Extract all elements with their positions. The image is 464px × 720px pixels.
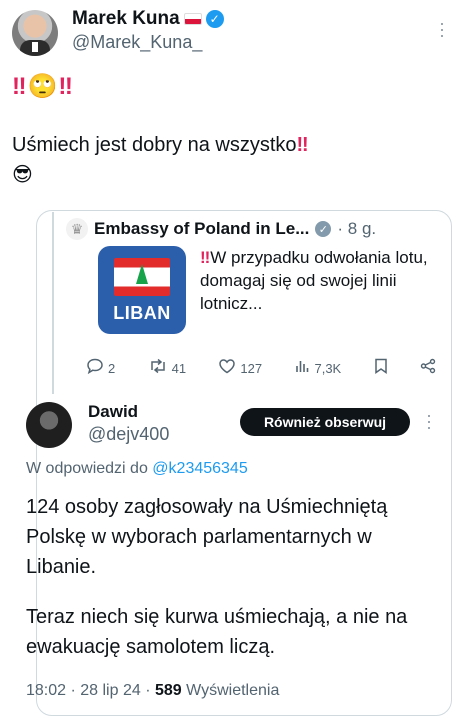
share-button[interactable] [420,358,436,378]
repost-count: 41 [171,360,187,376]
reply-avatar[interactable] [26,402,72,448]
thread-connector-line [52,212,54,394]
repost-icon [148,358,168,378]
reply-to-prefix: W odpowiedzi do [26,460,148,477]
like-count: 127 [240,360,263,376]
reply-button[interactable]: 2 [86,358,115,378]
share-icon [420,358,436,378]
post-text-emphasis: ‼ [296,134,309,156]
reply-views-label: Wyświetlenia [186,682,280,699]
reply-paragraph-1: 124 osoby zagłosowały na Uśmiechniętą Po… [26,496,388,578]
reply-icon [86,358,104,378]
eagle-emblem-icon: ♛ [66,218,88,240]
lebanon-flag-icon [114,258,170,296]
views-chart-icon [294,358,310,378]
author-handle[interactable]: @Marek_Kuna_ [72,32,224,53]
reply-meta: 18:02 · 28 lip 24 · 589 Wyświetlenia [26,682,279,700]
quoted-post-text[interactable]: ‼W przypadku odwołania lotu, domagaj się… [200,246,432,315]
reply-more-options-icon[interactable]: · · · [426,406,432,436]
reply-header: Dawid @dejv400 Również obserwuj · · · [26,400,446,452]
like-button[interactable]: 127 [218,358,262,378]
author-display-name[interactable]: Marek Kuna [72,8,180,30]
post-text: Uśmiech jest dobry na wszystko‼ 😎 [12,130,452,190]
views-button[interactable]: 7,3K [294,358,341,378]
author-block: Marek Kuna ✓ @Marek_Kuna_ [72,8,224,53]
post-text-body: Uśmiech jest dobry na wszystko [12,134,297,156]
repost-button[interactable]: 41 [148,358,186,378]
heart-icon [218,358,236,378]
quoted-text-emphasis: ‼ [200,248,211,267]
cedar-icon [136,264,148,284]
verified-badge-icon: ✓ [205,10,224,28]
reply-count: 2 [108,360,116,376]
reply-view-count: 589 [154,682,182,699]
gov-verified-badge-icon: ✓ [315,221,332,237]
post-text-emoji: 😎 [12,164,33,186]
quoted-post-image[interactable]: LIBAN [98,246,186,334]
quoted-post-header[interactable]: ♛ Embassy of Poland in Le... ✓ · 8 g. [66,216,446,242]
quoted-post-time: · 8 g. [337,219,377,238]
action-bar: 2 41 127 7,3K [86,356,436,380]
post-emoji-line: ‼🙄‼ [12,73,74,100]
reply-handle[interactable]: @dejv400 [88,424,169,445]
bookmark-icon [374,358,388,378]
image-caption: LIBAN [113,303,171,323]
bookmark-button[interactable] [374,358,388,378]
poland-flag-icon [183,13,202,25]
reply-text: 124 osoby zagłosowały na Uśmiechniętą Po… [26,492,446,662]
avatar[interactable] [12,10,58,56]
reply-context: W odpowiedzi do @k23456345 [26,460,248,478]
reply-display-name[interactable]: Dawid [88,402,138,422]
reply-paragraph-2: Teraz niech się kurwa uśmiechają, a nie … [26,606,408,658]
post-header: Marek Kuna ✓ @Marek_Kuna_ · · · [12,6,452,58]
author-name-row[interactable]: Marek Kuna ✓ [72,8,224,30]
reply-to-handle-link[interactable]: @k23456345 [152,460,247,477]
more-options-icon[interactable]: · · · [434,14,450,44]
follow-back-button[interactable]: Również obserwuj [240,408,410,436]
quoted-account-name[interactable]: Embassy of Poland in Le... [94,219,309,239]
reply-timestamp[interactable]: 18:02 · 28 lip 24 · [26,682,151,699]
views-count: 7,3K [314,360,342,376]
quoted-text-body: W przypadku odwołania lotu, domagaj się … [200,248,428,313]
